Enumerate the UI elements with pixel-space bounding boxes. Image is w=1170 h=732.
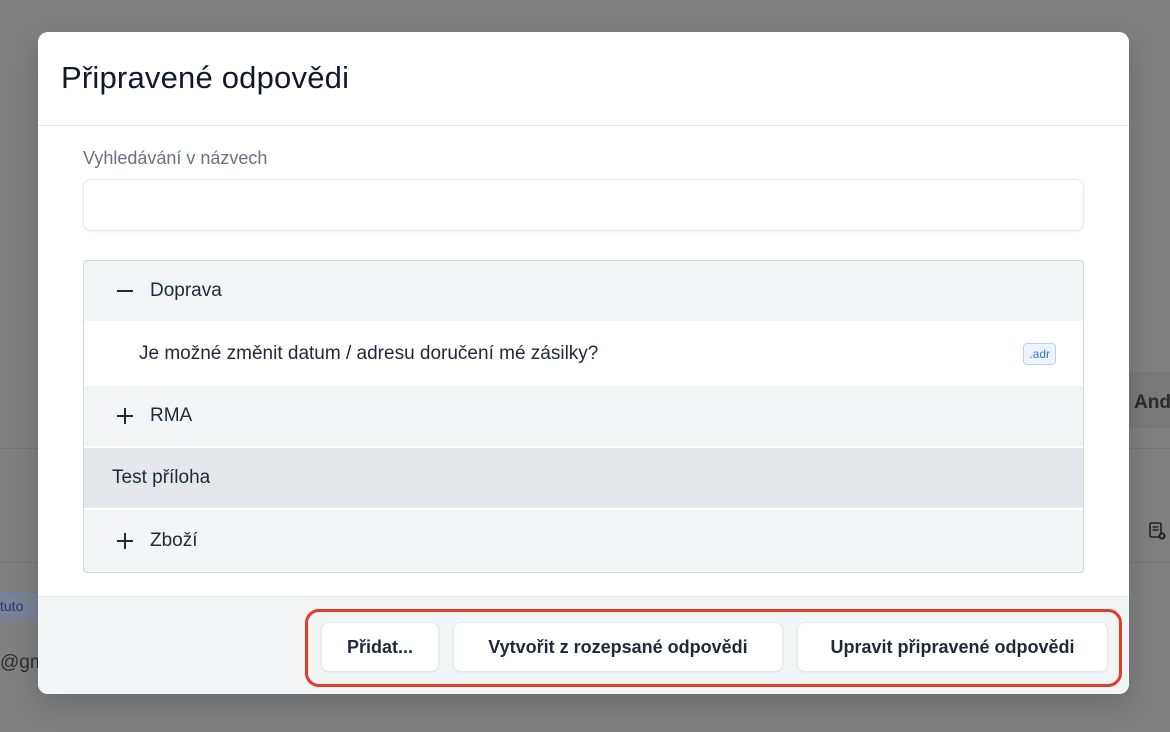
tree-item-test-priloha[interactable]: Test příloha bbox=[84, 448, 1083, 510]
plus-icon[interactable] bbox=[114, 405, 136, 427]
background-text: And bbox=[1134, 392, 1170, 413]
tree-item-label: Zboží bbox=[150, 530, 198, 551]
tree-item-response[interactable]: Je možné změnit datum / adresu doručení … bbox=[84, 323, 1083, 386]
tree-item-label: RMA bbox=[150, 405, 193, 426]
modal-title: Připravené odpovědi bbox=[61, 60, 350, 95]
background-tag: tuto bbox=[0, 592, 38, 620]
tree-item-label: Test příloha bbox=[112, 467, 211, 488]
canned-responses-modal: Připravené odpovědi Vyhledávání v názvec… bbox=[38, 32, 1129, 694]
modal-footer: Přidat... Vytvořit z rozepsané odpovědi … bbox=[38, 596, 1129, 694]
responses-tree: Doprava Je možné změnit datum / adresu d… bbox=[83, 260, 1084, 573]
document-add-icon bbox=[1149, 522, 1166, 540]
create-from-draft-button[interactable]: Vytvořit z rozepsané odpovědi bbox=[453, 622, 783, 672]
tree-item-zbozi[interactable]: Zboží bbox=[84, 510, 1083, 572]
tree-item-rma[interactable]: RMA bbox=[84, 386, 1083, 448]
edit-responses-button[interactable]: Upravit připravené odpovědi bbox=[797, 622, 1108, 672]
modal-body: Vyhledávání v názvech Doprava Je možné z… bbox=[38, 126, 1129, 573]
shortcut-badge: .adr bbox=[1023, 343, 1056, 365]
search-input[interactable] bbox=[83, 179, 1084, 231]
plus-icon[interactable] bbox=[114, 530, 136, 552]
tree-item-label: Doprava bbox=[150, 280, 222, 301]
tree-item-label: Je možné změnit datum / adresu doručení … bbox=[139, 342, 599, 364]
minus-icon[interactable] bbox=[114, 280, 136, 302]
add-button[interactable]: Přidat... bbox=[321, 622, 439, 672]
search-label: Vyhledávání v názvech bbox=[83, 148, 268, 168]
modal-header: Připravené odpovědi bbox=[38, 32, 1129, 126]
tree-item-doprava[interactable]: Doprava bbox=[84, 261, 1083, 323]
